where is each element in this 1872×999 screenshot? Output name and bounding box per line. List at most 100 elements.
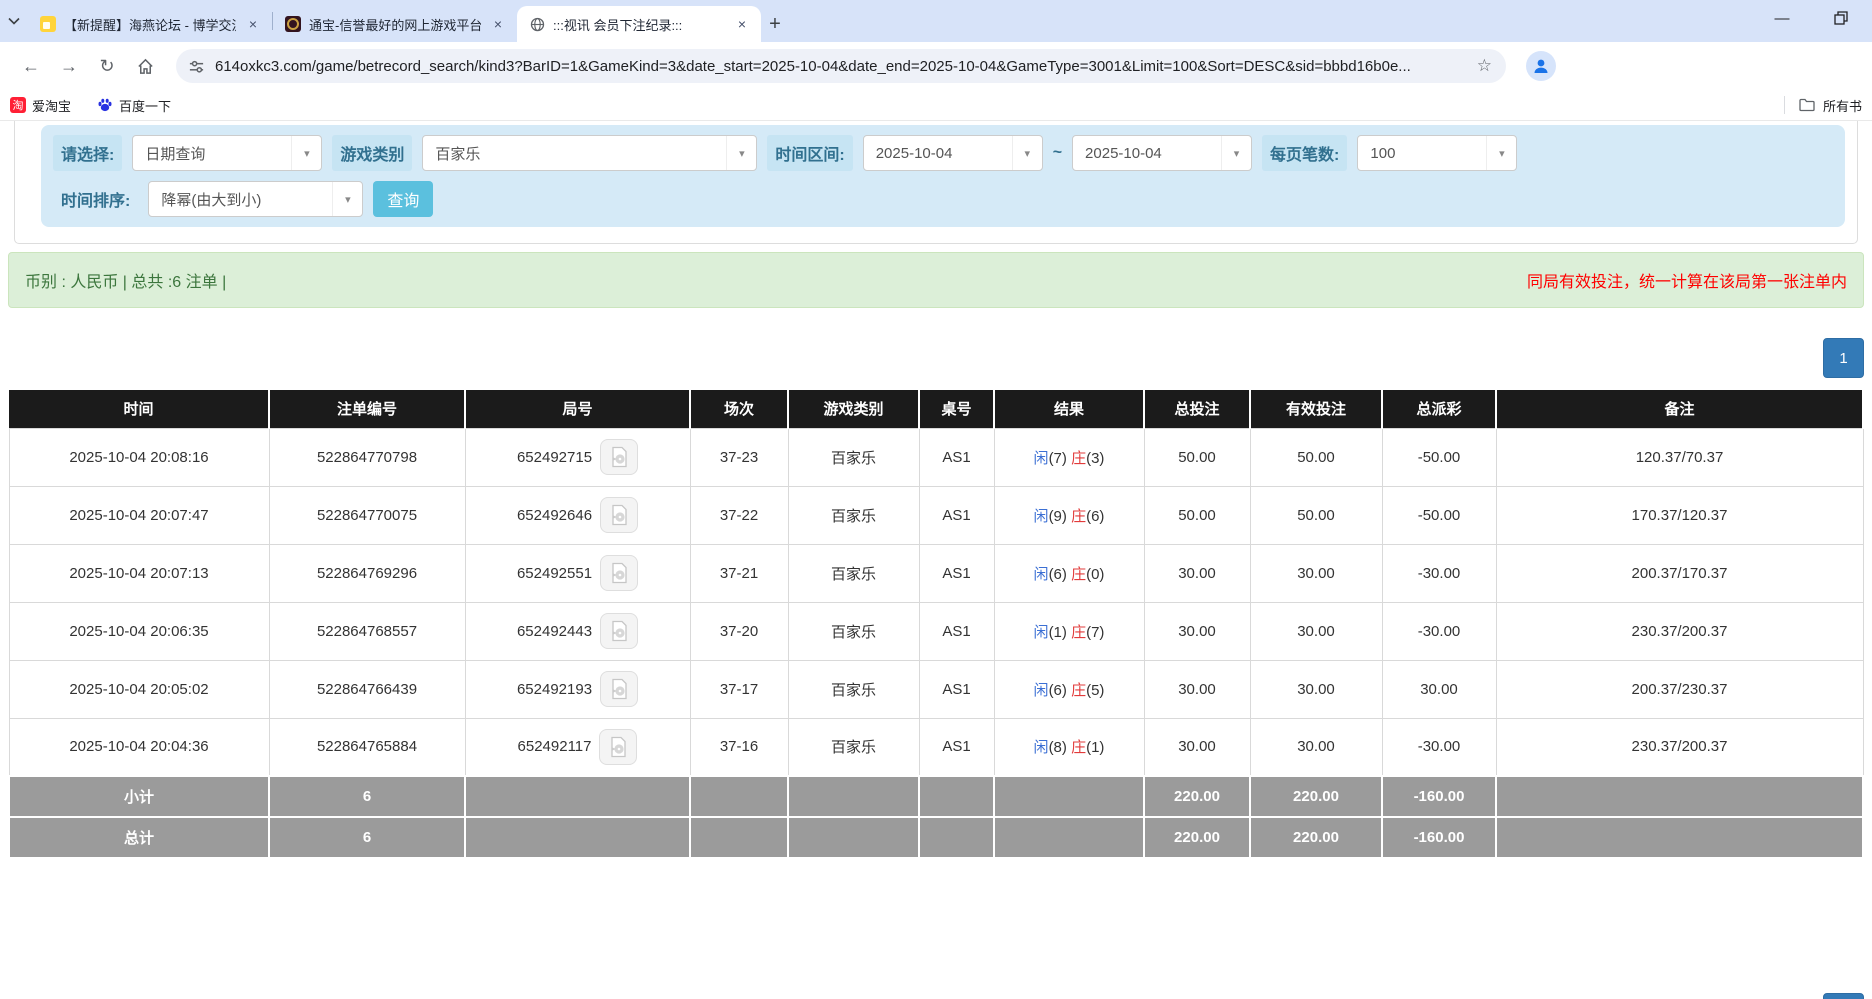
video-replay-icon[interactable] [599, 729, 637, 765]
game-type-label: 游戏类别 [332, 135, 412, 171]
date-start-value: 2025-10-04 [864, 145, 1012, 162]
date-end-value: 2025-10-04 [1073, 145, 1221, 162]
total-bet-link[interactable]: 30.00 [1144, 602, 1250, 660]
payout-cell: 30.00 [1382, 660, 1496, 718]
summary-info-bar: 币别 : 人民币 | 总共 :6 注单 | 同局有效投注，统一计算在该局第一张注… [8, 252, 1864, 308]
total-label: 总计 [9, 817, 269, 858]
page-1-button-bottom[interactable]: 1 [1823, 993, 1864, 999]
table-no-cell: AS1 [919, 486, 994, 544]
remark-cell: 200.37/170.37 [1496, 544, 1863, 602]
page-1-button[interactable]: 1 [1823, 338, 1864, 378]
col-session: 场次 [690, 390, 788, 428]
date-end-dropdown[interactable]: 2025-10-04 ▾ [1072, 135, 1252, 171]
table-row: 2025-10-04 20:07:13 522864769296 6524925… [9, 544, 1863, 602]
forward-icon[interactable]: → [52, 49, 86, 83]
back-icon[interactable]: ← [14, 49, 48, 83]
table-no-cell: AS1 [919, 718, 994, 776]
valid-bet-cell: 30.00 [1250, 718, 1382, 776]
total-bet-link[interactable]: 50.00 [1144, 486, 1250, 544]
session-cell: 37-23 [690, 428, 788, 486]
minimize-button[interactable]: — [1768, 10, 1796, 27]
remark-cell: 170.37/120.37 [1496, 486, 1863, 544]
total-row: 总计 6 220.00 220.00 -160.00 [9, 817, 1863, 858]
bookmark-label: 爱淘宝 [32, 96, 71, 115]
close-icon[interactable]: × [489, 15, 507, 33]
tab-search-button[interactable] [0, 0, 28, 42]
search-button[interactable]: 查询 [373, 181, 433, 217]
url-text: 614oxkc3.com/game/betrecord_search/kind3… [215, 58, 1475, 75]
video-replay-icon[interactable] [600, 439, 638, 475]
taobao-icon: 淘 [10, 97, 26, 113]
folder-icon [1799, 98, 1815, 112]
video-replay-icon[interactable] [600, 613, 638, 649]
reload-icon[interactable]: ↻ [90, 49, 124, 83]
query-type-dropdown[interactable]: 日期查询 ▾ [132, 135, 322, 171]
filter-card: 请选择: 日期查询 ▾ 游戏类别 百家乐 ▾ 时间区间: 2025-10-04 … [14, 121, 1858, 244]
game-type-dropdown[interactable]: 百家乐 ▾ [422, 135, 757, 171]
all-bookmarks-label[interactable]: 所有书 [1823, 96, 1862, 115]
tab-haiyan-forum[interactable]: 【新提醒】海燕论坛 - 博学交流 × [28, 6, 272, 42]
tab-tongbao[interactable]: 通宝-信誉最好的网上游戏平台 × [273, 6, 517, 42]
browser-toolbar: ← → ↻ 614oxkc3.com/game/betrecord_search… [0, 42, 1872, 90]
sort-dropdown[interactable]: 降幂(由大到小) ▾ [148, 181, 363, 217]
close-icon[interactable]: × [244, 15, 262, 33]
globe-icon [529, 16, 545, 32]
bet-id-cell: 522864769296 [269, 544, 465, 602]
bookmark-aitaobao[interactable]: 淘 爱淘宝 [10, 96, 71, 115]
page-size-value: 100 [1358, 145, 1486, 162]
time-cell: 2025-10-04 20:04:36 [9, 718, 269, 776]
close-icon[interactable]: × [733, 15, 751, 33]
chevron-down-icon: ▾ [726, 136, 756, 170]
valid-bet-cell: 30.00 [1250, 544, 1382, 602]
game-cell: 百家乐 [788, 718, 919, 776]
url-bar[interactable]: 614oxkc3.com/game/betrecord_search/kind3… [176, 49, 1506, 83]
col-remark: 备注 [1496, 390, 1863, 428]
col-total-bet: 总投注 [1144, 390, 1250, 428]
col-payout: 总派彩 [1382, 390, 1496, 428]
table-no-cell: AS1 [919, 544, 994, 602]
currency-total-text: 币别 : 人民币 | 总共 :6 注单 | [25, 268, 226, 292]
bookmark-baidu[interactable]: 百度一下 [97, 96, 171, 115]
round-id: 652492551 [517, 565, 592, 582]
page-size-label: 每页笔数: [1262, 135, 1347, 171]
total-bet-link[interactable]: 30.00 [1144, 544, 1250, 602]
home-icon[interactable] [128, 49, 162, 83]
chevron-down-icon: ▾ [1012, 136, 1042, 170]
total-valid-bet: 220.00 [1250, 817, 1382, 858]
site-info-icon[interactable] [188, 58, 205, 75]
subtotal-label: 小计 [9, 776, 269, 817]
result-cell: 闲(6) 庄(0) [994, 544, 1144, 602]
session-cell: 37-22 [690, 486, 788, 544]
session-cell: 37-17 [690, 660, 788, 718]
restore-window-button[interactable] [1834, 11, 1862, 25]
page-size-dropdown[interactable]: 100 ▾ [1357, 135, 1517, 171]
tab-bet-records-active[interactable]: :::视讯 会员下注纪录::: × [517, 6, 761, 42]
video-replay-icon[interactable] [600, 497, 638, 533]
total-bet-link[interactable]: 50.00 [1144, 428, 1250, 486]
subtotal-count: 6 [269, 776, 465, 817]
bet-id-cell: 522864770798 [269, 428, 465, 486]
bet-id-cell: 522864768557 [269, 602, 465, 660]
sort-label: 时间排序: [53, 181, 138, 217]
bookmark-star-icon[interactable]: ☆ [1475, 56, 1494, 76]
total-bet-link[interactable]: 30.00 [1144, 660, 1250, 718]
round-id: 652492646 [517, 507, 592, 524]
profile-avatar[interactable] [1526, 51, 1556, 81]
valid-bet-cell: 30.00 [1250, 602, 1382, 660]
video-replay-icon[interactable] [600, 671, 638, 707]
video-replay-icon[interactable] [600, 555, 638, 591]
new-tab-button[interactable]: + [761, 6, 789, 42]
time-cell: 2025-10-04 20:06:35 [9, 602, 269, 660]
badge-icon [285, 16, 301, 32]
subtotal-payout: -160.00 [1382, 776, 1496, 817]
total-total-bet: 220.00 [1144, 817, 1250, 858]
result-cell: 闲(8) 庄(1) [994, 718, 1144, 776]
date-start-dropdown[interactable]: 2025-10-04 ▾ [863, 135, 1043, 171]
bet-id-cell: 522864765884 [269, 718, 465, 776]
tab-title: 通宝-信誉最好的网上游戏平台 [309, 15, 481, 34]
table-row: 2025-10-04 20:08:16 522864770798 6524927… [9, 428, 1863, 486]
query-type-value: 日期查询 [133, 143, 291, 164]
bet-id-cell: 522864766439 [269, 660, 465, 718]
total-bet-link[interactable]: 30.00 [1144, 718, 1250, 776]
payout-cell: -30.00 [1382, 544, 1496, 602]
